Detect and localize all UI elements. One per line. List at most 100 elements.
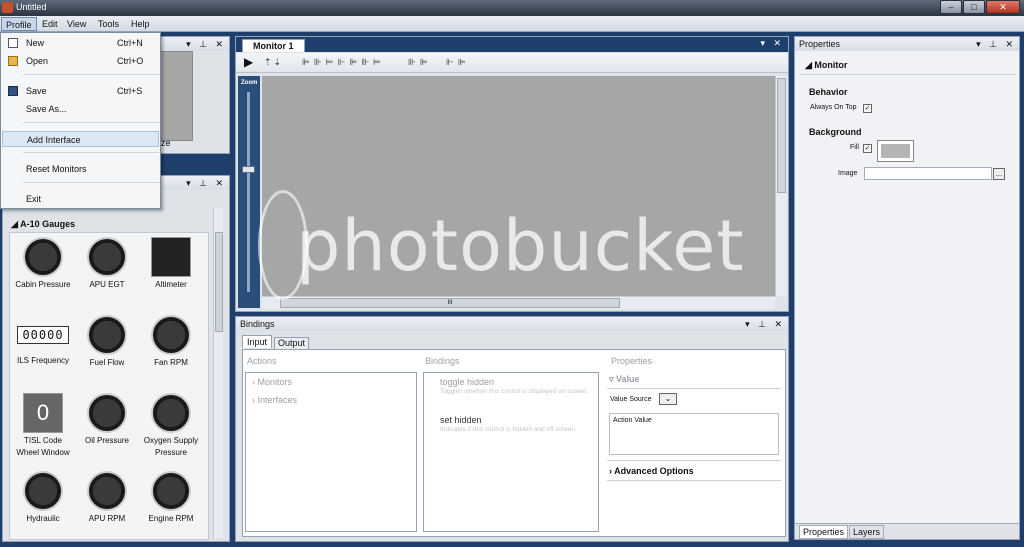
canvas-horizontal-scrollbar[interactable]: III: [262, 296, 775, 309]
menu-item-exit[interactable]: Exit: [2, 191, 159, 207]
tab-layers[interactable]: Layers: [849, 525, 885, 539]
gauge-item[interactable]: Oil Pressure: [78, 393, 136, 469]
menu-help[interactable]: Help: [127, 17, 154, 31]
properties-panel: Properties ▾ ⊥ ✕ ◢ Monitor Behavior Alway…: [794, 36, 1020, 540]
panel-pin-icon[interactable]: ▾ ⊥ ✕: [186, 176, 226, 190]
gauge-label: ILS Frequency: [16, 356, 70, 365]
zoom-slider-thumb[interactable]: [242, 166, 255, 173]
menu-item-save-as[interactable]: Save As...: [2, 101, 159, 117]
maximize-button[interactable]: □: [963, 0, 985, 14]
panel-pin-icon[interactable]: ▾ ⊥ ✕: [186, 37, 226, 51]
menu-view[interactable]: View: [63, 17, 90, 31]
collapse-arrow-icon: ◢: [805, 60, 815, 70]
menu-item-save[interactable]: Save Ctrl+S: [2, 83, 159, 99]
canvas-vertical-scrollbar[interactable]: [775, 76, 787, 296]
gauge-item[interactable]: Cabin Pressure: [14, 237, 72, 313]
panel-pin-icon[interactable]: ▾ ✕: [760, 38, 784, 49]
monitor-tab-strip: [236, 37, 788, 52]
toolbox-scroll-thumb[interactable]: [215, 232, 223, 332]
gauge-item[interactable]: 00000 ILS Frequency: [14, 315, 72, 391]
checkmark-icon: ✓: [864, 105, 871, 112]
bindings-title: Bindings: [240, 319, 275, 329]
distribute-icon[interactable]: ⊪⊫: [408, 57, 432, 68]
panel-pin-icon[interactable]: ▾ ⊥ ✕: [745, 317, 785, 331]
fill-color-swatch[interactable]: [877, 140, 914, 162]
app-icon: [2, 2, 13, 13]
panel-pin-icon[interactable]: ▾ ⊥ ✕: [976, 37, 1016, 51]
behavior-header: Behavior: [809, 87, 848, 97]
horizontal-scroll-thumb[interactable]: III: [280, 298, 620, 308]
properties-bottom-tabs: Properties Layers: [795, 523, 1019, 539]
close-button[interactable]: ✕: [986, 0, 1020, 14]
collapse-arrow-icon: ▿: [609, 374, 617, 384]
fill-checkbox[interactable]: ✓: [863, 144, 872, 153]
gauge-icon: 0: [23, 393, 63, 433]
image-browse-button[interactable]: ...: [993, 168, 1005, 180]
gauge-item[interactable]: APU EGT: [78, 237, 136, 313]
action-value-box[interactable]: Action Value: [609, 413, 779, 455]
gauge-item[interactable]: Altimeter: [142, 237, 200, 313]
bindings-panel: Bindings ▾ ⊥ ✕ Input Output Actions › Mon…: [235, 316, 789, 542]
toolbox-category[interactable]: ◢ A-10 Gauges: [11, 219, 75, 230]
gauge-label: Oil Pressure: [84, 436, 129, 445]
menu-item-reset-monitors[interactable]: Reset Monitors: [2, 161, 159, 177]
always-on-top-label: Always On Top: [810, 104, 857, 111]
menu-profile[interactable]: Profile: [1, 17, 37, 31]
gauge-item[interactable]: Fan RPM: [142, 315, 200, 391]
menu-tools[interactable]: Tools: [94, 17, 123, 31]
profile-dropdown: New Ctrl+N Open Ctrl+O Save Ctrl+S Save As.…: [0, 32, 161, 209]
fill-label: Fill: [850, 144, 859, 151]
menu-edit[interactable]: Edit: [38, 17, 62, 31]
gauge-item[interactable]: Oxygen Supply Pressure: [142, 393, 200, 469]
title-bar: Untitled – □ ✕: [0, 0, 1024, 16]
tab-monitor-1[interactable]: Monitor 1: [242, 39, 305, 52]
toolbox-scrollbar[interactable]: [213, 208, 223, 538]
gauge-icon: [23, 471, 63, 511]
bindings-list: toggle hidden Toggles whether this contr…: [423, 372, 599, 532]
gauge-icon: [87, 393, 127, 433]
gauge-icon: [23, 237, 63, 277]
tree-item-monitors[interactable]: › Monitors: [252, 377, 292, 387]
zoom-track[interactable]: [247, 92, 250, 292]
size-icon[interactable]: ⊩⊫: [446, 57, 470, 68]
play-icon[interactable]: ▶: [244, 55, 253, 69]
gauge-icon: [87, 315, 127, 355]
photobucket-watermark: photobucket: [296, 205, 745, 287]
gauge-item[interactable]: Fuel Flow: [78, 315, 136, 391]
tab-input[interactable]: Input: [242, 335, 273, 348]
always-on-top-checkbox[interactable]: ✓: [863, 104, 872, 113]
monitor-section[interactable]: ◢ Monitor: [805, 60, 847, 71]
binding-toggle-hidden[interactable]: toggle hidden Toggles whether this contr…: [440, 377, 590, 396]
checkmark-icon: ✓: [864, 145, 871, 152]
gauge-item[interactable]: Engine RPM: [142, 471, 200, 539]
tree-item-interfaces[interactable]: › Interfaces: [252, 395, 297, 405]
folder-open-icon: [8, 56, 18, 66]
background-header: Background: [809, 127, 862, 137]
image-label: Image: [838, 170, 858, 177]
bindings-content: Actions › Monitors › Interfaces Bindings…: [242, 349, 786, 537]
menu-item-open[interactable]: Open Ctrl+O: [2, 53, 159, 69]
gauge-icon: [151, 471, 191, 511]
gauge-item[interactable]: APU RPM: [78, 471, 136, 539]
action-value-label: Action Value: [613, 417, 652, 424]
zoom-label: Zoom: [241, 80, 258, 86]
value-section[interactable]: ▿ Value: [609, 374, 640, 385]
tab-properties[interactable]: Properties: [799, 525, 849, 539]
value-source-label: Value Source: [610, 396, 652, 403]
gauge-label: TISL Code Wheel Window: [16, 436, 70, 457]
gauge-icon: [151, 237, 191, 277]
menu-item-new[interactable]: New Ctrl+N: [2, 35, 159, 51]
gauge-item[interactable]: 0 TISL Code Wheel Window: [14, 393, 72, 469]
image-input[interactable]: [864, 167, 992, 180]
vertical-scroll-thumb[interactable]: [777, 78, 786, 193]
gauge-label: Fan RPM: [154, 358, 188, 367]
value-source-dropdown[interactable]: ⌄: [659, 393, 677, 405]
gauge-item[interactable]: Hydraulic: [14, 471, 72, 539]
actions-header: Actions: [247, 356, 277, 366]
binding-set-hidden[interactable]: set hidden Indicates if this control is …: [440, 415, 590, 434]
menu-item-add-interface[interactable]: Add Interface: [2, 131, 159, 147]
order-icon[interactable]: ⇡⇣: [264, 57, 283, 68]
advanced-options[interactable]: › Advanced Options: [609, 466, 694, 476]
minimize-button[interactable]: –: [940, 0, 962, 14]
align-icon[interactable]: ⊫⊪⊨⊩⊫⊪⊨: [302, 57, 385, 68]
